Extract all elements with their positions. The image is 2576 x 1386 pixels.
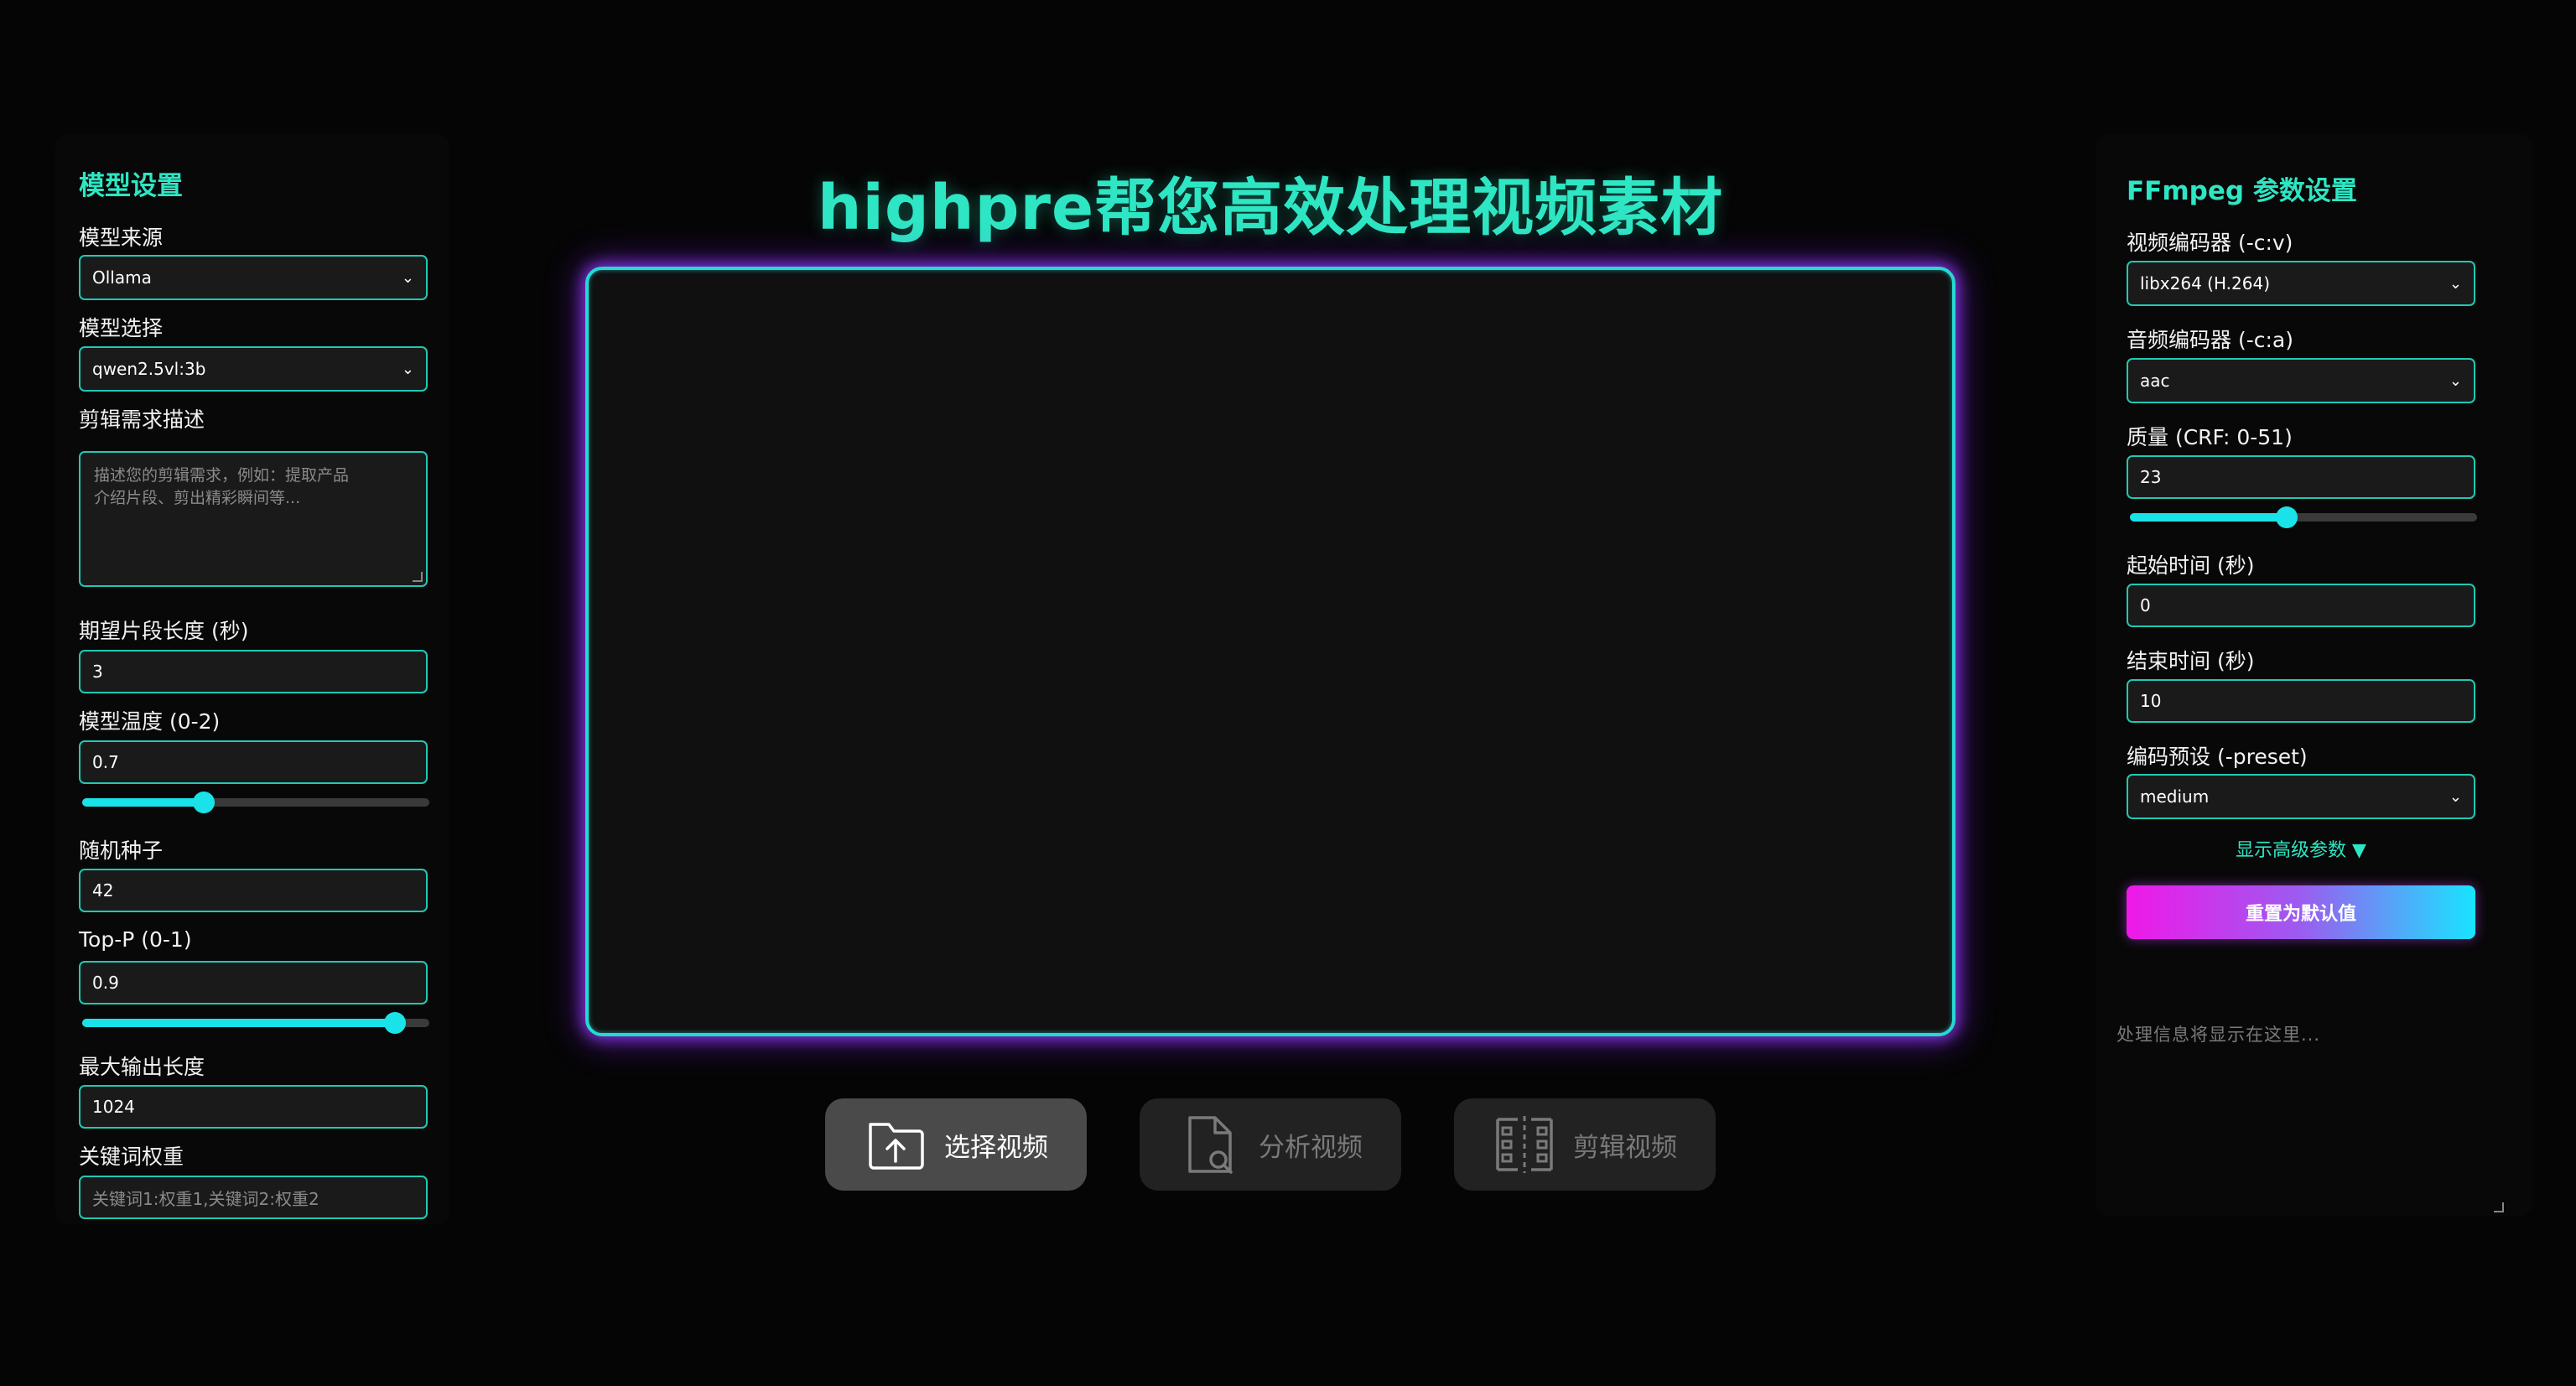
file-search-icon (1188, 1116, 1233, 1174)
end-time-value: 10 (2140, 691, 2162, 711)
slider-fill (82, 1019, 395, 1027)
temperature-input[interactable]: 0.7 (79, 740, 428, 784)
top-p-label: Top-P (0-1) (79, 927, 192, 952)
seed-label: 随机种子 (79, 838, 164, 863)
model-source-label: 模型来源 (79, 226, 164, 250)
model-select-value: qwen2.5vl:3b (92, 359, 206, 379)
max-length-label: 最大输出长度 (79, 1055, 205, 1079)
folder-upload-icon (869, 1123, 924, 1170)
edit-desc-placeholder: 描述您的剪辑需求，例如：提取产品 介绍片段、剪出精彩瞬间等... (94, 466, 350, 507)
segment-length-input[interactable]: 3 (79, 650, 428, 693)
video-codec-value: libx264 (H.264) (2140, 273, 2270, 293)
video-codec-select[interactable]: libx264 (H.264) ⌄ (2127, 261, 2475, 306)
segment-length-label: 期望片段长度 (秒) (79, 619, 249, 643)
analyze-video-button[interactable]: 分析视频 (1140, 1098, 1401, 1191)
edit-desc-label: 剪辑需求描述 (79, 407, 205, 432)
max-length-input[interactable]: 1024 (79, 1085, 428, 1129)
audio-codec-value: aac (2140, 371, 2170, 391)
resize-grip-icon[interactable] (2494, 1202, 2504, 1212)
crf-slider[interactable] (2130, 506, 2477, 528)
ffmpeg-settings-title: FFmpeg 参数设置 (2127, 176, 2357, 206)
crf-label: 质量 (CRF: 0-51) (2127, 425, 2293, 449)
chevron-down-icon: ⌄ (2449, 274, 2462, 293)
model-source-value: Ollama (92, 267, 152, 288)
audio-codec-select[interactable]: aac ⌄ (2127, 358, 2475, 403)
seed-value: 42 (92, 880, 114, 901)
slider-thumb[interactable] (2275, 506, 2298, 528)
temperature-slider[interactable] (82, 792, 429, 813)
start-time-input[interactable]: 0 (2127, 584, 2475, 627)
video-preview-area (585, 267, 1955, 1036)
select-video-label: 选择视频 (944, 1132, 1048, 1163)
resize-grip-icon[interactable] (413, 572, 423, 582)
preset-label: 编码预设 (-preset) (2127, 745, 2308, 769)
chevron-down-icon: ⌄ (401, 360, 414, 378)
preset-select[interactable]: medium ⌄ (2127, 774, 2475, 819)
edit-desc-textarea[interactable]: 描述您的剪辑需求，例如：提取产品 介绍片段、剪出精彩瞬间等... (79, 451, 428, 587)
top-p-slider[interactable] (82, 1012, 429, 1034)
crf-value: 23 (2140, 467, 2162, 487)
slider-fill (2130, 513, 2287, 522)
video-codec-label: 视频编码器 (-c:v) (2127, 231, 2293, 255)
film-cut-icon (1496, 1116, 1553, 1173)
seed-input[interactable]: 42 (79, 869, 428, 912)
keyword-weight-label: 关键词权重 (79, 1145, 184, 1169)
keyword-weight-input[interactable]: 关键词1:权重1,关键词2:权重2 (79, 1176, 428, 1219)
chevron-down-icon: ⌄ (2449, 371, 2462, 390)
end-time-label: 结束时间 (秒) (2127, 649, 2255, 673)
keyword-weight-placeholder: 关键词1:权重1,关键词2:权重2 (92, 1188, 319, 1209)
max-length-value: 1024 (92, 1097, 135, 1117)
slider-thumb[interactable] (383, 1012, 406, 1034)
slider-thumb[interactable] (192, 792, 215, 813)
analyze-video-label: 分析视频 (1259, 1132, 1363, 1163)
temperature-value: 0.7 (92, 752, 119, 772)
start-time-value: 0 (2140, 595, 2151, 615)
cut-video-button[interactable]: 剪辑视频 (1454, 1098, 1716, 1191)
show-advanced-toggle[interactable]: 显示高级参数 ▼ (2127, 835, 2475, 862)
end-time-input[interactable]: 10 (2127, 679, 2475, 723)
model-select-label: 模型选择 (79, 316, 164, 340)
page-title: highpre帮您高效处理视频素材 (817, 172, 1724, 244)
reset-defaults-button[interactable]: 重置为默认值 (2127, 885, 2475, 939)
log-output-area[interactable]: 处理信息将显示在这里... (2105, 1006, 2507, 1216)
audio-codec-label: 音频编码器 (-c:a) (2127, 328, 2293, 352)
model-select[interactable]: qwen2.5vl:3b ⌄ (79, 346, 428, 392)
preset-value: medium (2140, 786, 2210, 807)
top-p-value: 0.9 (92, 973, 119, 993)
chevron-down-icon: ⌄ (401, 268, 414, 287)
start-time-label: 起始时间 (秒) (2127, 553, 2255, 578)
log-placeholder: 处理信息将显示在这里... (2116, 1025, 2321, 1045)
model-settings-title: 模型设置 (79, 171, 183, 201)
segment-length-value: 3 (92, 662, 103, 682)
temperature-label: 模型温度 (0-2) (79, 709, 221, 734)
model-source-select[interactable]: Ollama ⌄ (79, 255, 428, 300)
select-video-button[interactable]: 选择视频 (825, 1098, 1087, 1191)
slider-fill (82, 798, 204, 807)
cut-video-label: 剪辑视频 (1573, 1132, 1677, 1163)
chevron-down-icon: ⌄ (2449, 787, 2462, 806)
top-p-input[interactable]: 0.9 (79, 961, 428, 1004)
crf-input[interactable]: 23 (2127, 455, 2475, 499)
